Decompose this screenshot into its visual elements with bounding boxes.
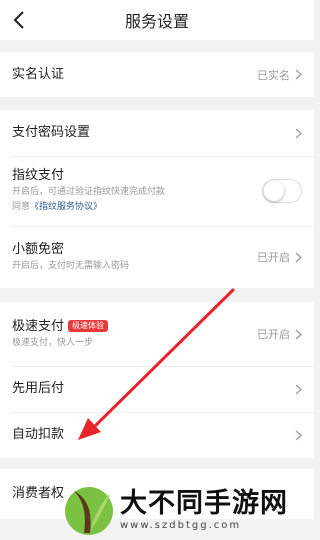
chevron-right-icon [295, 430, 302, 440]
realname-row[interactable]: 实名认证 已实名 [0, 52, 314, 97]
chevron-right-icon [295, 384, 302, 394]
fast-pay-status: 已开启 [257, 328, 290, 341]
section-fast: 极速支付 极速体验 极速支付，快人一步 已开启 先用后付 自动扣款 [0, 302, 314, 458]
watermark-logo [65, 487, 113, 535]
fingerprint-toggle[interactable] [262, 179, 302, 203]
small-free-status: 已开启 [257, 251, 290, 264]
pay-password-label: 支付密码设置 [12, 125, 91, 140]
chevron-left-icon[interactable] [10, 9, 30, 31]
auto-debit-row[interactable]: 自动扣款 [0, 412, 314, 458]
watermark-url: www.szdbtgg.com [120, 519, 242, 531]
section-payment: 支付密码设置 指纹支付 开启后，可通过验证指纹快速完成付款 同意《指纹服务协议》… [0, 110, 314, 288]
watermark-title: 大不同手游网 [120, 487, 288, 519]
toggle-knob [264, 181, 284, 201]
small-free-row[interactable]: 小额免密 开启后，支付时无需输入密码 已开启 [0, 226, 314, 288]
pay-later-row[interactable]: 先用后付 [0, 366, 314, 412]
realname-status: 已实名 [257, 68, 290, 82]
fingerprint-desc: 开启后，可通过验证指纹快速完成付款 [12, 187, 166, 197]
auto-debit-label: 自动扣款 [12, 427, 65, 442]
agree-prefix: 同意 [12, 202, 31, 212]
fast-pay-row[interactable]: 极速支付 极速体验 极速支付，快人一步 已开启 [0, 302, 314, 366]
small-free-label: 小额免密 [12, 241, 65, 257]
fingerprint-label: 指纹支付 [12, 168, 65, 183]
section-realname: 实名认证 已实名 [0, 52, 314, 97]
chevron-right-icon [295, 128, 302, 138]
realname-label: 实名认证 [12, 66, 65, 82]
fast-pay-desc: 极速支付，快人一步 [12, 337, 94, 348]
watermark: 大不同手游网 www.szdbtgg.com [64, 478, 314, 540]
chevron-right-icon [295, 329, 302, 339]
fast-pay-label: 极速支付 [12, 318, 65, 334]
pay-password-row[interactable]: 支付密码设置 [0, 110, 314, 156]
chevron-right-icon [295, 252, 302, 262]
pay-later-label: 先用后付 [12, 381, 65, 396]
fast-pay-badge: 极速体验 [68, 320, 109, 332]
fingerprint-row: 指纹支付 开启后，可通过验证指纹快速完成付款 同意《指纹服务协议》 [0, 156, 314, 226]
fingerprint-agreement-link[interactable]: 《指纹服务协议》 [30, 202, 102, 212]
nav-bar: 服务设置 [0, 0, 314, 40]
chevron-right-icon [295, 69, 302, 80]
small-free-desc: 开启后，支付时无需输入密码 [12, 260, 130, 271]
page-title: 服务设置 [124, 12, 189, 31]
